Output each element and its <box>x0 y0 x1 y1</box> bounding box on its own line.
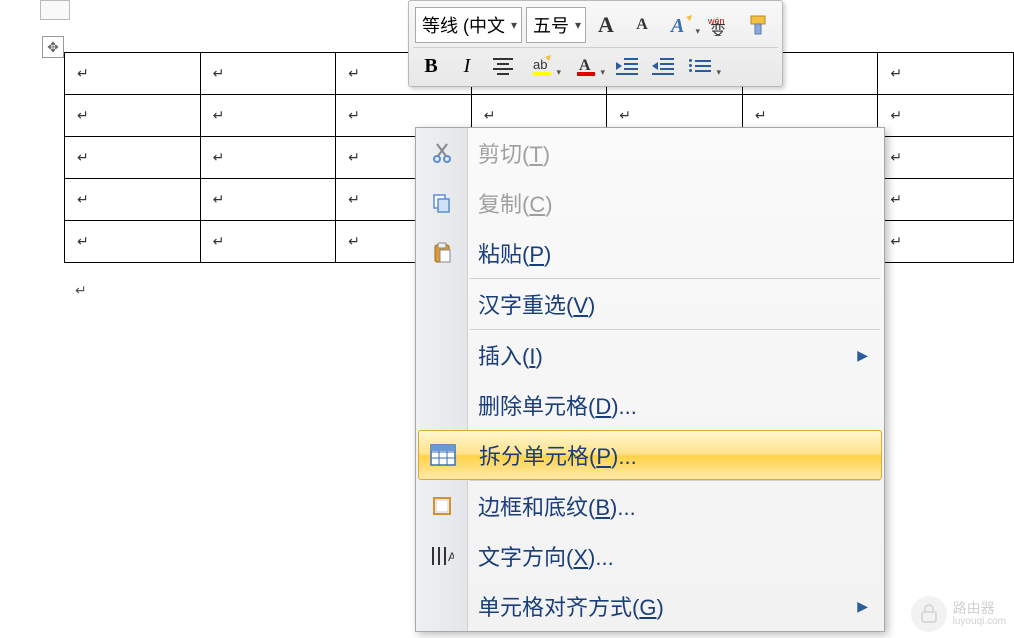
menu-label: 拆分单元格(P)... <box>479 439 637 471</box>
cell-end-mark: ↵ <box>213 149 225 165</box>
cell-end-mark: ↵ <box>619 107 631 123</box>
menu-label: 单元格对齐方式(G) <box>478 590 664 622</box>
cell-end-mark: ↵ <box>348 65 360 81</box>
submenu-arrow-icon: ▶ <box>857 347 868 364</box>
bold-button[interactable]: B <box>415 52 447 80</box>
ruler-fragment <box>40 0 70 20</box>
table-cell[interactable]: ↵ <box>878 137 1014 179</box>
cell-end-mark: ↵ <box>755 107 767 123</box>
menu-cut[interactable]: 剪切(T) <box>416 128 884 178</box>
borders-icon <box>426 490 458 522</box>
cell-end-mark: ↵ <box>348 107 360 123</box>
menu-label: 插入(I) <box>478 339 543 371</box>
watermark-url: luyouqi.com <box>953 616 1006 627</box>
cell-end-mark: ↵ <box>890 191 902 207</box>
blank-icon <box>426 590 458 622</box>
menu-label: 边框和底纹(B)... <box>478 490 636 522</box>
paragraph-mark: ↵ <box>75 282 87 299</box>
cut-icon <box>426 137 458 169</box>
grow-font-button[interactable]: A <box>590 11 622 39</box>
table-cell[interactable]: ↵ <box>65 53 201 95</box>
menu-text-direction[interactable]: A 文字方向(X)... <box>416 531 884 581</box>
cell-end-mark: ↵ <box>77 191 89 207</box>
cell-end-mark: ↵ <box>890 149 902 165</box>
svg-text:A: A <box>579 57 591 74</box>
menu-label: 剪切(T) <box>478 137 550 169</box>
phonetic-guide-button[interactable]: wén变 <box>706 11 738 39</box>
table-cell[interactable]: ↵ <box>200 137 336 179</box>
font-color-button[interactable]: A <box>567 52 607 80</box>
cell-end-mark: ↵ <box>890 233 902 249</box>
paste-icon <box>426 237 458 269</box>
cell-end-mark: ↵ <box>890 65 902 81</box>
cell-end-mark: ↵ <box>77 233 89 249</box>
table-cell[interactable]: ↵ <box>200 179 336 221</box>
blank-icon <box>426 389 458 421</box>
watermark-title: 路由器 <box>953 601 1006 616</box>
font-size-select[interactable]: 五号 <box>526 7 586 43</box>
menu-copy[interactable]: 复制(C) <box>416 178 884 228</box>
cell-end-mark: ↵ <box>213 107 225 123</box>
svg-text:A: A <box>448 550 454 564</box>
table-cell[interactable]: ↵ <box>65 221 201 263</box>
cell-end-mark: ↵ <box>213 65 225 81</box>
cell-end-mark: ↵ <box>213 191 225 207</box>
cell-end-mark: ↵ <box>484 107 496 123</box>
menu-label: 汉字重选(V) <box>478 288 595 320</box>
menu-paste[interactable]: 粘贴(P) <box>416 228 884 278</box>
mini-toolbar: 等线 (中文 五号 A A A wén变 B I ab A <box>408 0 783 87</box>
font-name-select[interactable]: 等线 (中文 <box>415 7 522 43</box>
svg-text:ab: ab <box>533 57 547 72</box>
table-cell[interactable]: ↵ <box>65 95 201 137</box>
bullets-button[interactable] <box>683 52 723 80</box>
table-cell[interactable]: ↵ <box>65 137 201 179</box>
menu-label: 粘贴(P) <box>478 237 551 269</box>
cell-end-mark: ↵ <box>348 149 360 165</box>
blank-icon <box>426 288 458 320</box>
format-painter-button[interactable] <box>742 11 776 39</box>
italic-button[interactable]: I <box>451 52 483 80</box>
table-cell[interactable]: ↵ <box>878 95 1014 137</box>
watermark: 路由器 luyouqi.com <box>911 596 1006 632</box>
menu-label: 文字方向(X)... <box>478 540 614 572</box>
table-cell[interactable]: ↵ <box>878 221 1014 263</box>
blank-icon <box>426 339 458 371</box>
menu-delete-cells[interactable]: 删除单元格(D)... <box>416 380 884 430</box>
cell-end-mark: ↵ <box>890 107 902 123</box>
decrease-indent-button[interactable] <box>611 52 643 80</box>
split-cells-icon <box>427 439 459 471</box>
table-cell[interactable]: ↵ <box>200 221 336 263</box>
menu-reconvert[interactable]: 汉字重选(V) <box>416 279 884 329</box>
increase-indent-button[interactable] <box>647 52 679 80</box>
context-menu: 剪切(T) 复制(C) 粘贴(P) 汉字重选(V) 插入(I) ▶ 删除单元格(… <box>415 127 885 632</box>
cell-end-mark: ↵ <box>77 65 89 81</box>
table-cell[interactable]: ↵ <box>878 179 1014 221</box>
menu-label: 删除单元格(D)... <box>478 389 637 421</box>
menu-label: 复制(C) <box>478 187 553 219</box>
menu-insert[interactable]: 插入(I) ▶ <box>416 330 884 380</box>
table-cell[interactable]: ↵ <box>200 95 336 137</box>
svg-text:变: 变 <box>710 22 726 36</box>
cell-end-mark: ↵ <box>348 233 360 249</box>
table-cell[interactable]: ↵ <box>878 53 1014 95</box>
cell-end-mark: ↵ <box>213 233 225 249</box>
table-cell[interactable]: ↵ <box>65 179 201 221</box>
align-center-button[interactable] <box>487 52 519 80</box>
menu-cell-alignment[interactable]: 单元格对齐方式(G) ▶ <box>416 581 884 631</box>
copy-icon <box>426 187 458 219</box>
table-move-handle[interactable]: ✥ <box>42 36 64 58</box>
cell-end-mark: ↵ <box>77 107 89 123</box>
text-direction-icon: A <box>426 540 458 572</box>
menu-borders-shading[interactable]: 边框和底纹(B)... <box>416 481 884 531</box>
svg-text:A: A <box>669 15 684 37</box>
shrink-font-button[interactable]: A <box>626 11 658 39</box>
watermark-icon <box>911 596 947 632</box>
cell-end-mark: ↵ <box>77 149 89 165</box>
menu-split-cells[interactable]: 拆分单元格(P)... <box>418 430 882 480</box>
submenu-arrow-icon: ▶ <box>857 598 868 615</box>
text-effects-button[interactable]: A <box>662 11 702 39</box>
cell-end-mark: ↵ <box>348 191 360 207</box>
table-cell[interactable]: ↵ <box>200 53 336 95</box>
highlight-button[interactable]: ab <box>523 52 563 80</box>
